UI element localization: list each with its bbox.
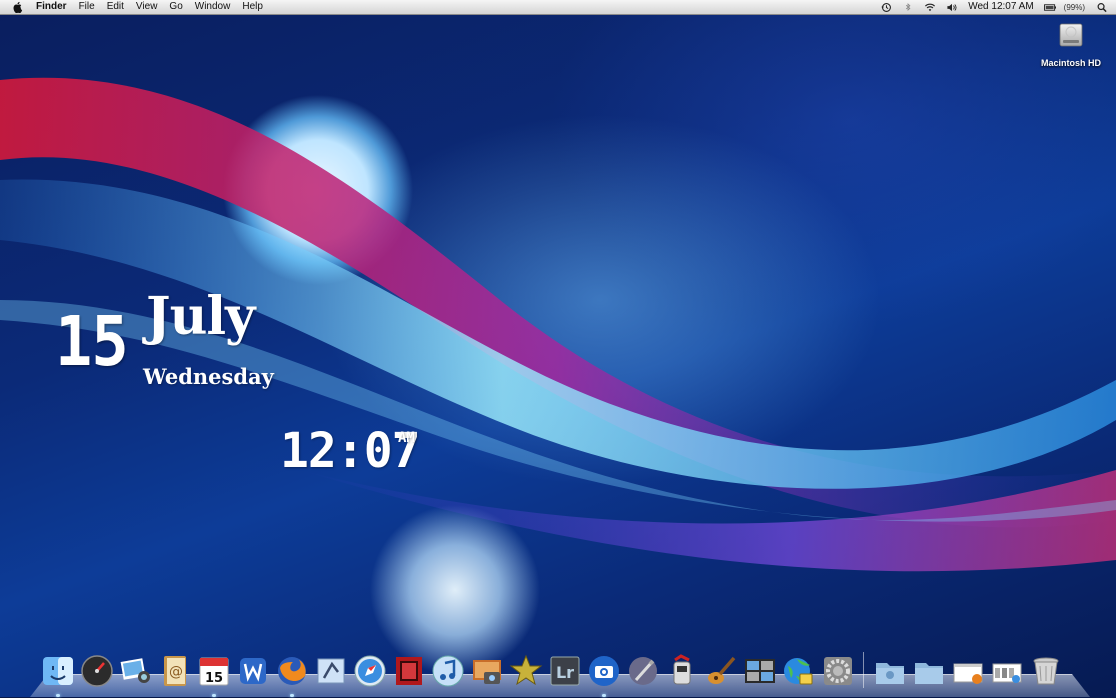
documents-stack-icon[interactable]: [912, 654, 946, 688]
safari-icon[interactable]: [353, 654, 387, 688]
spaces-icon[interactable]: [743, 654, 777, 688]
widget-day: 15: [55, 301, 129, 382]
firefox-doc-stack-icon[interactable]: [951, 654, 985, 688]
photo-booth-icon[interactable]: [392, 654, 426, 688]
firefox-icon[interactable]: [275, 654, 309, 697]
applications-stack-icon[interactable]: [990, 654, 1024, 688]
apple-menu-icon[interactable]: [12, 1, 24, 13]
dock-separator: [863, 652, 864, 688]
lightroom-label: Lr: [555, 663, 573, 682]
menu-clock[interactable]: Wed 12:07 AM: [963, 0, 1038, 14]
menu-file[interactable]: File: [73, 0, 101, 14]
automator-icon[interactable]: [665, 654, 699, 688]
address-book-icon[interactable]: @: [158, 654, 192, 688]
finder-icon[interactable]: [41, 654, 75, 697]
desktop-icon-macintosh-hd[interactable]: Macintosh HD: [1036, 22, 1106, 68]
menu-go[interactable]: Go: [163, 0, 188, 14]
desktop: [0, 0, 1116, 697]
ical-date: 15: [204, 671, 222, 686]
widget-month: July: [146, 286, 255, 347]
script-editor-icon[interactable]: [626, 654, 660, 688]
menu-app-finder[interactable]: Finder: [30, 0, 73, 14]
wifi-icon[interactable]: [924, 2, 936, 13]
volume-icon[interactable]: [946, 2, 958, 13]
word-icon[interactable]: [236, 654, 270, 688]
bluetooth-icon[interactable]: [902, 2, 914, 13]
widget-ampm: AM: [398, 430, 415, 446]
imovie-icon[interactable]: [509, 654, 543, 688]
menu-bar: Finder File Edit View Go Window Help Wed…: [0, 0, 1116, 15]
ical-icon[interactable]: 15: [197, 654, 231, 697]
menu-view[interactable]: View: [130, 0, 164, 14]
mail-icon[interactable]: [314, 654, 348, 688]
menu-help[interactable]: Help: [236, 0, 269, 14]
lightroom-icon[interactable]: Lr: [548, 654, 582, 688]
spotlight-icon[interactable]: [1096, 2, 1108, 13]
desktop-icon-label: Macintosh HD: [1040, 58, 1101, 68]
dock: @ 15 Lr: [38, 646, 1065, 697]
network-icon[interactable]: [782, 654, 816, 688]
garageband-icon[interactable]: [704, 654, 738, 688]
system-preferences-icon[interactable]: [821, 654, 855, 688]
wallpaper-swoosh: [0, 77, 1116, 572]
downloads-stack-icon[interactable]: [873, 654, 907, 688]
time-machine-icon[interactable]: [880, 2, 892, 13]
battery-icon[interactable]: [1043, 2, 1057, 13]
menu-edit[interactable]: Edit: [101, 0, 130, 14]
widget-weekday: Wednesday: [143, 364, 274, 389]
screenshot-icon[interactable]: [587, 654, 621, 697]
svg-text:@: @: [169, 664, 183, 680]
menu-window[interactable]: Window: [189, 0, 237, 14]
battery-percent: (99%): [1063, 2, 1085, 12]
hard-drive-icon[interactable]: [1058, 22, 1084, 50]
itunes-icon[interactable]: [431, 654, 465, 688]
image-capture-icon[interactable]: [470, 654, 504, 688]
iphoto-icon[interactable]: [119, 654, 153, 688]
dashboard-icon[interactable]: [80, 654, 114, 688]
trash-icon[interactable]: [1029, 654, 1063, 688]
